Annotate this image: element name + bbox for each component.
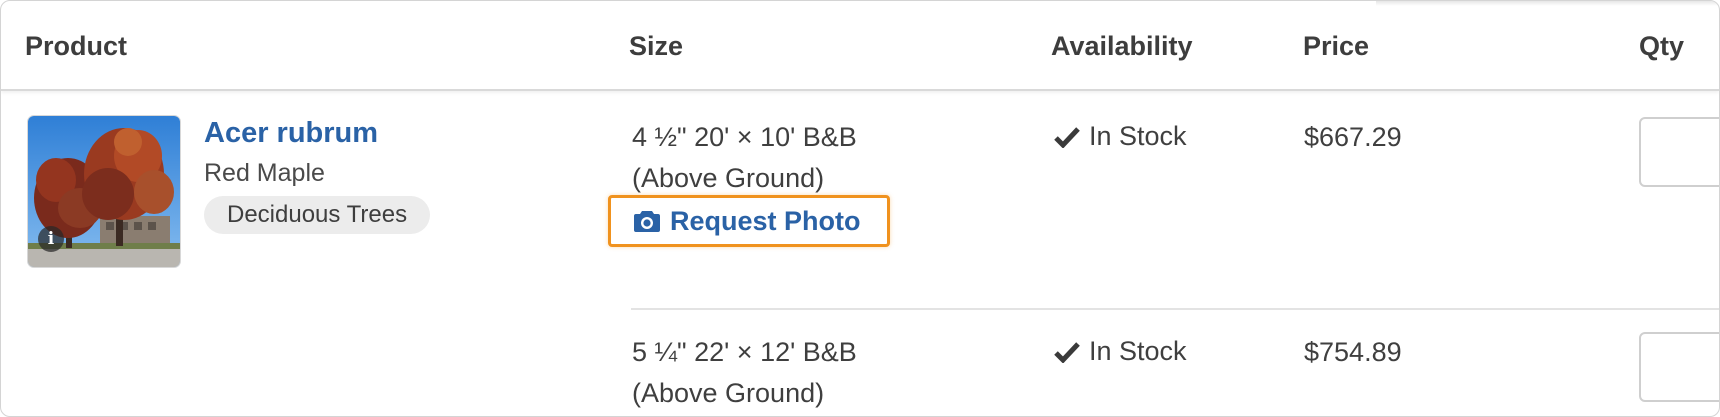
header-qty: Qty bbox=[1639, 31, 1685, 61]
header-availability: Availability bbox=[1051, 31, 1193, 61]
variant-1-availability-text: In Stock bbox=[1089, 121, 1187, 151]
request-photo-label: Request Photo bbox=[670, 205, 861, 236]
header-price: Price bbox=[1303, 31, 1370, 61]
product-table: Product Size Availability Price Qty i Ac… bbox=[0, 0, 1720, 417]
header-product: Product bbox=[25, 31, 128, 61]
variant-2-availability: In Stock bbox=[1054, 336, 1187, 367]
variant-1-availability: In Stock bbox=[1054, 121, 1187, 152]
variant-1-size: 4 ½" 20' × 10' B&B (Above Ground) bbox=[632, 117, 857, 199]
request-photo-button[interactable]: Request Photo bbox=[608, 195, 890, 247]
check-icon bbox=[1054, 126, 1080, 148]
row-divider bbox=[631, 308, 1719, 310]
variant-1-size-line2: (Above Ground) bbox=[632, 163, 825, 193]
variant-2-size-line1: 5 ¼" 22' × 12' B&B bbox=[632, 337, 857, 367]
category-badge[interactable]: Deciduous Trees bbox=[204, 196, 431, 234]
variant-1-qty-input[interactable] bbox=[1639, 117, 1719, 187]
product-image[interactable]: i bbox=[27, 115, 181, 268]
variant-1-price: $667.29 bbox=[1304, 122, 1402, 152]
camera-icon bbox=[634, 211, 660, 232]
variant-2-price: $754.89 bbox=[1304, 337, 1402, 367]
info-icon[interactable]: i bbox=[38, 226, 64, 252]
header-size: Size bbox=[629, 31, 684, 61]
variant-2-availability-text: In Stock bbox=[1089, 336, 1187, 366]
product-common-name: Red Maple bbox=[204, 159, 325, 187]
variant-2-qty-input[interactable] bbox=[1639, 332, 1719, 402]
variant-2-size-line2: (Above Ground) bbox=[632, 378, 825, 408]
product-name-link[interactable]: Acer rubrum bbox=[204, 117, 378, 150]
variant-2-size: 5 ¼" 22' × 12' B&B (Above Ground) bbox=[632, 332, 857, 414]
variant-1-size-line1: 4 ½" 20' × 10' B&B bbox=[632, 122, 857, 152]
check-icon bbox=[1054, 341, 1080, 363]
table-header: Product Size Availability Price Qty bbox=[1, 1, 1719, 91]
